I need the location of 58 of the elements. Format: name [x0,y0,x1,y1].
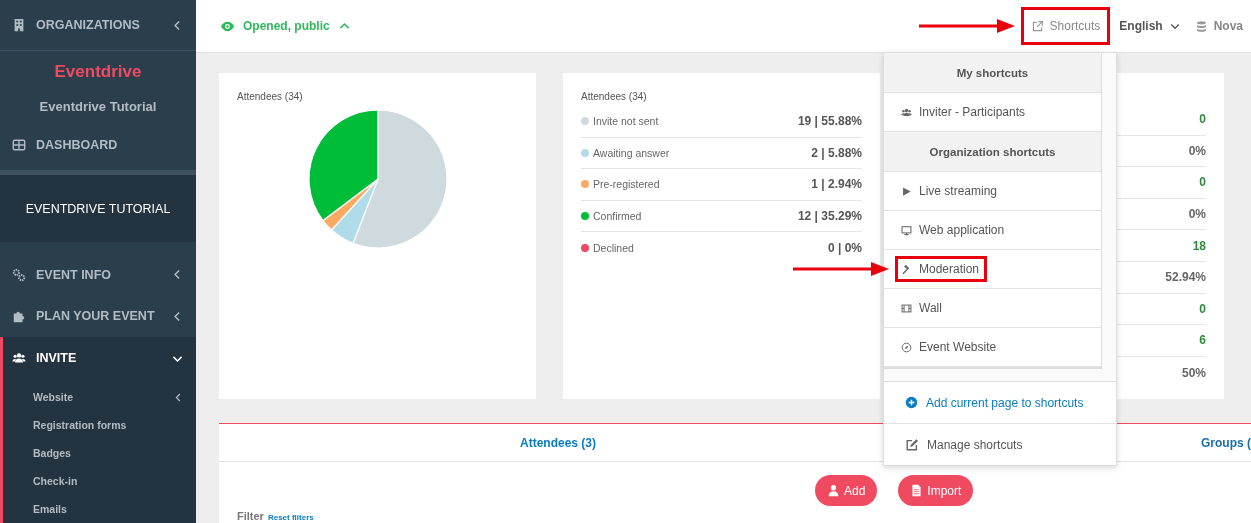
gears-icon [12,267,26,282]
legend-label: Declined [593,242,635,255]
submenu-item[interactable]: Check-in [3,467,196,495]
play-icon [901,185,912,197]
dashboard-icon [12,138,26,153]
brand-name: Eventdrive [53,62,143,83]
sidebar-item[interactable]: EVENT INFO [0,253,196,296]
instance-selector[interactable]: Nova [1194,19,1243,33]
shortcuts-button[interactable]: Shortcuts [1023,10,1108,42]
stat-value: 0 [1199,301,1206,316]
building-icon [12,18,26,33]
event-title: EVENTDRIVE TUTORIAL [25,202,171,217]
edit-icon [905,437,919,452]
submenu-item[interactable]: Emails [3,495,196,523]
stat-value: 0 [1199,112,1206,127]
shortcut-item[interactable]: Wall [898,298,947,318]
stat-value: 18 [1192,238,1206,253]
organization-name: Eventdrive Tutorial [38,99,158,115]
legend-value: 0 | 0% [827,241,862,256]
users-icon [901,106,912,118]
add-button[interactable]: Add [815,475,878,506]
filter-label: Filter [237,510,264,522]
sidebar-item[interactable]: PLAN YOUR EVENT [0,295,196,338]
external-link-icon [1030,19,1044,33]
legend-label: Awaiting answer [593,146,671,159]
language-selector[interactable]: English [1119,19,1181,33]
stat-value: 0% [1188,207,1206,222]
monitor-icon [901,224,912,236]
chart-title: Attendees (34) [237,91,304,102]
import-button[interactable]: Import [898,475,974,506]
stat-value: 0% [1188,143,1206,158]
submenu-item[interactable]: Badges [3,439,196,467]
submenu-item[interactable]: Registration forms [3,411,196,439]
stat-value: 6 [1199,333,1206,348]
manage-shortcuts-link[interactable]: Manage shortcuts [905,437,1023,452]
sidebar-item[interactable]: INVITE [0,337,196,379]
submenu-item[interactable]: Website [3,383,196,411]
section-header: My shortcuts [884,53,1101,93]
legend-value: 2 | 5.88% [811,145,862,160]
stat-value: 52.94% [1165,270,1206,285]
legend-label: Pre-registered [593,178,661,191]
card-title: Attendees (34) [581,91,648,102]
legend-value: 19 | 55.88% [797,114,862,129]
user-icon [827,484,840,497]
film-icon [901,302,912,314]
add-icon [905,396,918,409]
reset-filters-link[interactable]: Reset filters [267,513,314,522]
section-header: Organization shortcuts [884,132,1101,172]
database-icon [1194,19,1208,33]
file-icon [910,484,924,497]
legend-label: Invite not sent [593,115,660,128]
legend-label: Confirmed [593,210,643,223]
stat-value: 0 [1199,175,1206,190]
stat-value: 50% [1181,365,1206,380]
legend-value: 12 | 35.29% [797,209,862,224]
legend-value: 1 | 2.94% [811,177,862,192]
puzzle-icon [12,309,26,324]
compass-icon [901,341,912,353]
